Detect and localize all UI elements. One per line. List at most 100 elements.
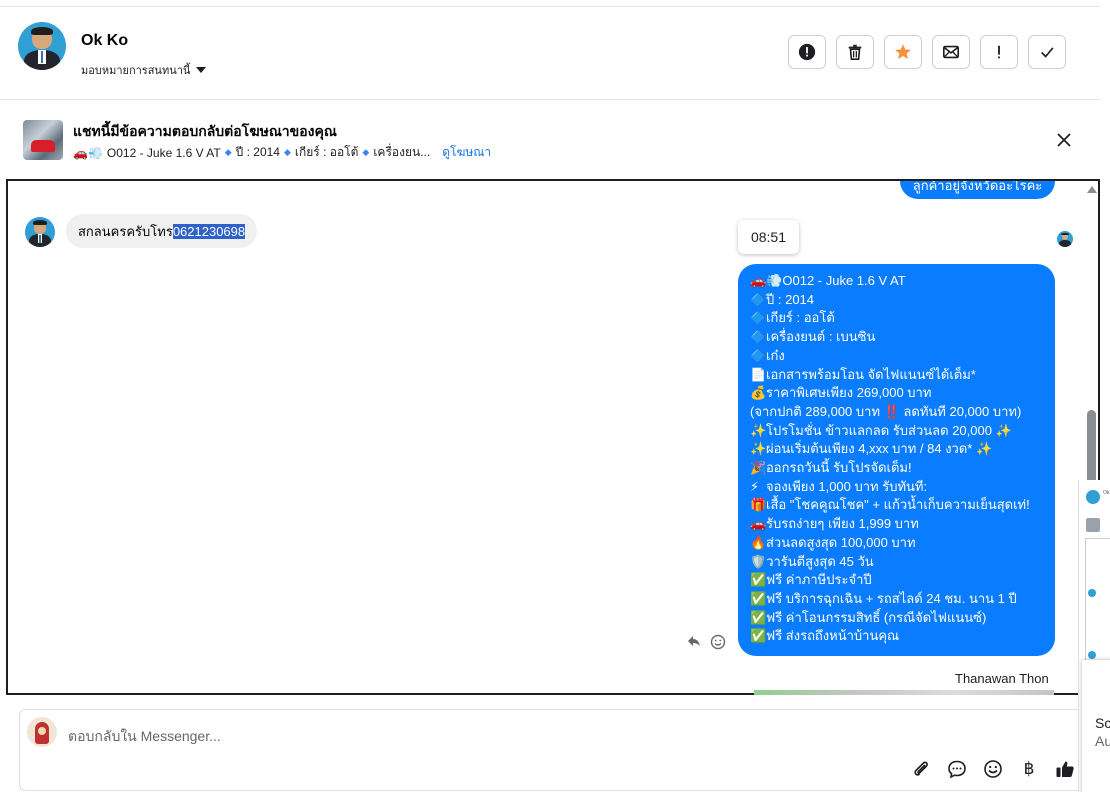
message-line: ✅ฟรี ค่าภาษีประจำปี <box>750 571 1055 590</box>
mark-unread-button[interactable] <box>932 35 970 69</box>
smiley-icon <box>984 760 1002 778</box>
emoji-icon: 🎁 <box>750 497 767 513</box>
emoji-icon: ⚡ <box>750 478 760 494</box>
message-timestamp: 08:51 <box>738 220 799 254</box>
report-button[interactable] <box>788 35 826 69</box>
message-line-text: (จากปกติ 289,000 บาท ‼️ ลดทันที 20,000 บ… <box>750 403 1022 419</box>
alert-circle-icon <box>798 43 816 61</box>
message-line-text: ฟรี บริการฉุกเฉิน + รถสไลด์ 24 ชม. นาน 1… <box>766 590 1017 606</box>
emoji-icon: 🔷 <box>750 310 767 326</box>
message-line-text: ออกรถวันนี้ รับโปรจัดเต็ม! <box>766 460 912 476</box>
payment-button[interactable]: ฿ <box>1018 758 1040 780</box>
emoji-icon: 🚗💨 <box>750 273 783 288</box>
emoji-icon: 🔷 <box>750 291 767 307</box>
message-line: ✅ฟรี ส่งรถถึงหน้าบ้านคุณ <box>750 627 1055 646</box>
message-line-text: เกียร์ : ออโต้ <box>766 310 835 326</box>
important-button[interactable] <box>980 35 1018 69</box>
secondary-chat-window[interactable]: Ok Sc Au <box>1078 480 1110 792</box>
exclamation-icon <box>998 45 1000 59</box>
delete-button[interactable] <box>836 35 874 69</box>
attach-button[interactable] <box>910 758 932 780</box>
message-line: 🔷ปี : 2014 <box>750 291 1055 310</box>
ad-reply-title: แชทนี้มีข้อความตอบกลับต่อโฆษณาของคุณ <box>73 123 337 139</box>
message-line: (จากปกติ 289,000 บาท ‼️ ลดทันที 20,000 บ… <box>750 403 1055 422</box>
emoji-icon: ✨ <box>750 422 767 438</box>
message-line: 🔷เกียร์ : ออโต้ <box>750 309 1055 328</box>
diamond-icon: ◆ <box>224 147 232 157</box>
emoji-icon: ✅ <box>750 590 767 606</box>
chat-avatar <box>1086 490 1100 504</box>
incoming-message[interactable]: สกลนครครับโทร 0621230698 <box>66 214 258 248</box>
message-line: ⚡ จองเพียง 1,000 บาท รับทันที: <box>750 478 1055 497</box>
message-line: 🔷เก๋ง <box>750 347 1055 366</box>
ad-thumbnail-small <box>1086 518 1100 532</box>
ad-summary: 🚗💨 O012 - Juke 1.6 V AT ◆ ปี : 2014 ◆ เก… <box>73 143 491 162</box>
message-line-text: เก๋ง <box>766 347 785 363</box>
read-receipt-avatar <box>1057 231 1073 247</box>
scrollbar-thumb[interactable] <box>1087 410 1096 484</box>
emoji-button[interactable] <box>982 758 1004 780</box>
close-icon <box>1057 133 1071 147</box>
notification-title-fragment: Sc <box>1095 715 1110 731</box>
outgoing-message[interactable]: 🚗💨O012 - Juke 1.6 V AT 🔷ปี : 2014 🔷เกียร์ … <box>738 264 1055 656</box>
reply-icon[interactable] <box>687 634 701 648</box>
view-ad-link[interactable]: ดูโฆษณา <box>442 143 491 162</box>
emoji-icon: 🔷 <box>750 347 767 363</box>
message-line-text: ส่วนลดสูงสุด 100,000 บาท <box>766 534 916 550</box>
assign-label: มอบหมายการสนทนานี้ <box>81 65 191 77</box>
message-line: ✅ฟรี ค่าโอนกรรมสิทธิ์ (กรณีจัดไฟแนนซ์) <box>750 609 1055 628</box>
star-icon <box>895 44 911 60</box>
message-line-text: ปี : 2014 <box>766 291 815 307</box>
message-line: 📄เอกสารพร้อมโอน จัดไฟแนนซ์ได้เต็ม* <box>750 366 1055 385</box>
paperclip-icon <box>914 761 928 776</box>
message-line-text: ฟรี ค่าภาษีประจำปี <box>766 572 872 588</box>
emoji-icon: 🛡️ <box>750 553 767 569</box>
close-ad-banner-button[interactable] <box>1053 129 1075 151</box>
ad-engine: เครื่องยน... <box>373 145 431 159</box>
ad-year: ปี : 2014 <box>235 145 280 159</box>
emoji-icon: 💰 <box>750 385 767 401</box>
check-icon <box>1041 47 1054 58</box>
contact-name[interactable]: Ok Ko <box>81 32 128 50</box>
saved-replies-button[interactable] <box>946 758 968 780</box>
contact-avatar[interactable] <box>18 22 66 70</box>
emoji-icon: ✅ <box>750 572 767 588</box>
caret-down-icon <box>196 67 207 73</box>
message-line: 🚗รับรถง่ายๆ เพียง 1,999 บาท <box>750 515 1055 534</box>
emoji-icon: 🔷 <box>750 329 767 345</box>
react-emoji-icon[interactable] <box>710 634 726 650</box>
message-line-text: วารันตีสูงสุด 45 วัน <box>766 553 874 569</box>
reply-input[interactable]: ตอบกลับใน Messenger... <box>68 726 221 748</box>
selected-phone-number[interactable]: 0621230698 <box>172 223 246 239</box>
message-line-text: ฟรี ค่าโอนกรรมสิทธิ์ (กรณีจัดไฟแนนซ์) <box>766 609 987 625</box>
diamond-icon: ◆ <box>283 147 291 157</box>
message-line: 🔥ส่วนลดสูงสุด 100,000 บาท <box>750 534 1055 553</box>
like-button[interactable] <box>1054 758 1076 780</box>
ad-gear: เกียร์ : ออโต้ <box>294 145 359 159</box>
sender-name: Thanawan Thon <box>955 671 1049 686</box>
message-line: ✨ผ่อนเริ่มต้นเพียง 4,xxx บาท / 84 งวด* ✨ <box>750 440 1055 459</box>
message-line: 🛡️วารันตีสูงสุด 45 วัน <box>750 553 1055 572</box>
message-line-text: โปรโมชั่น ข้าวแลกลด รับส่วนลด 20,000 ✨ <box>766 422 1012 438</box>
message-line-text: O012 - Juke 1.6 V AT <box>782 273 906 288</box>
emoji-icon: ✨ <box>750 441 767 457</box>
message-line-text: รับรถง่ายๆ เพียง 1,999 บาท <box>766 516 919 532</box>
scroll-up-arrow[interactable] <box>1087 186 1097 193</box>
reply-composer[interactable] <box>19 709 1100 791</box>
done-button[interactable] <box>1028 35 1066 69</box>
envelope-icon <box>942 45 960 59</box>
notification-subtitle-fragment: Au <box>1095 733 1110 749</box>
message-line-text: เสื้อ "โชคคูณโชค" + แก้วน้ำเก็บความเย็นส… <box>766 497 1030 513</box>
message-line: ✨โปรโมชั่น ข้าวแลกลด รับส่วนลด 20,000 ✨ <box>750 422 1055 441</box>
incoming-text: สกลนครครับโทร <box>78 223 173 239</box>
star-button[interactable] <box>884 35 922 69</box>
message-line-text: ราคาพิเศษเพียง 269,000 บาท <box>766 385 932 401</box>
chat-bubble-icon <box>948 760 966 779</box>
thread-preview <box>1085 538 1110 662</box>
ad-model: O012 - Juke 1.6 V AT <box>106 145 221 160</box>
assign-conversation-dropdown[interactable]: มอบหมายการสนทนานี้ <box>81 61 207 79</box>
page-avatar <box>27 717 57 747</box>
emoji-icon: ✅ <box>750 628 767 644</box>
sender-avatar[interactable] <box>25 217 55 247</box>
ad-thumbnail[interactable] <box>23 120 63 160</box>
